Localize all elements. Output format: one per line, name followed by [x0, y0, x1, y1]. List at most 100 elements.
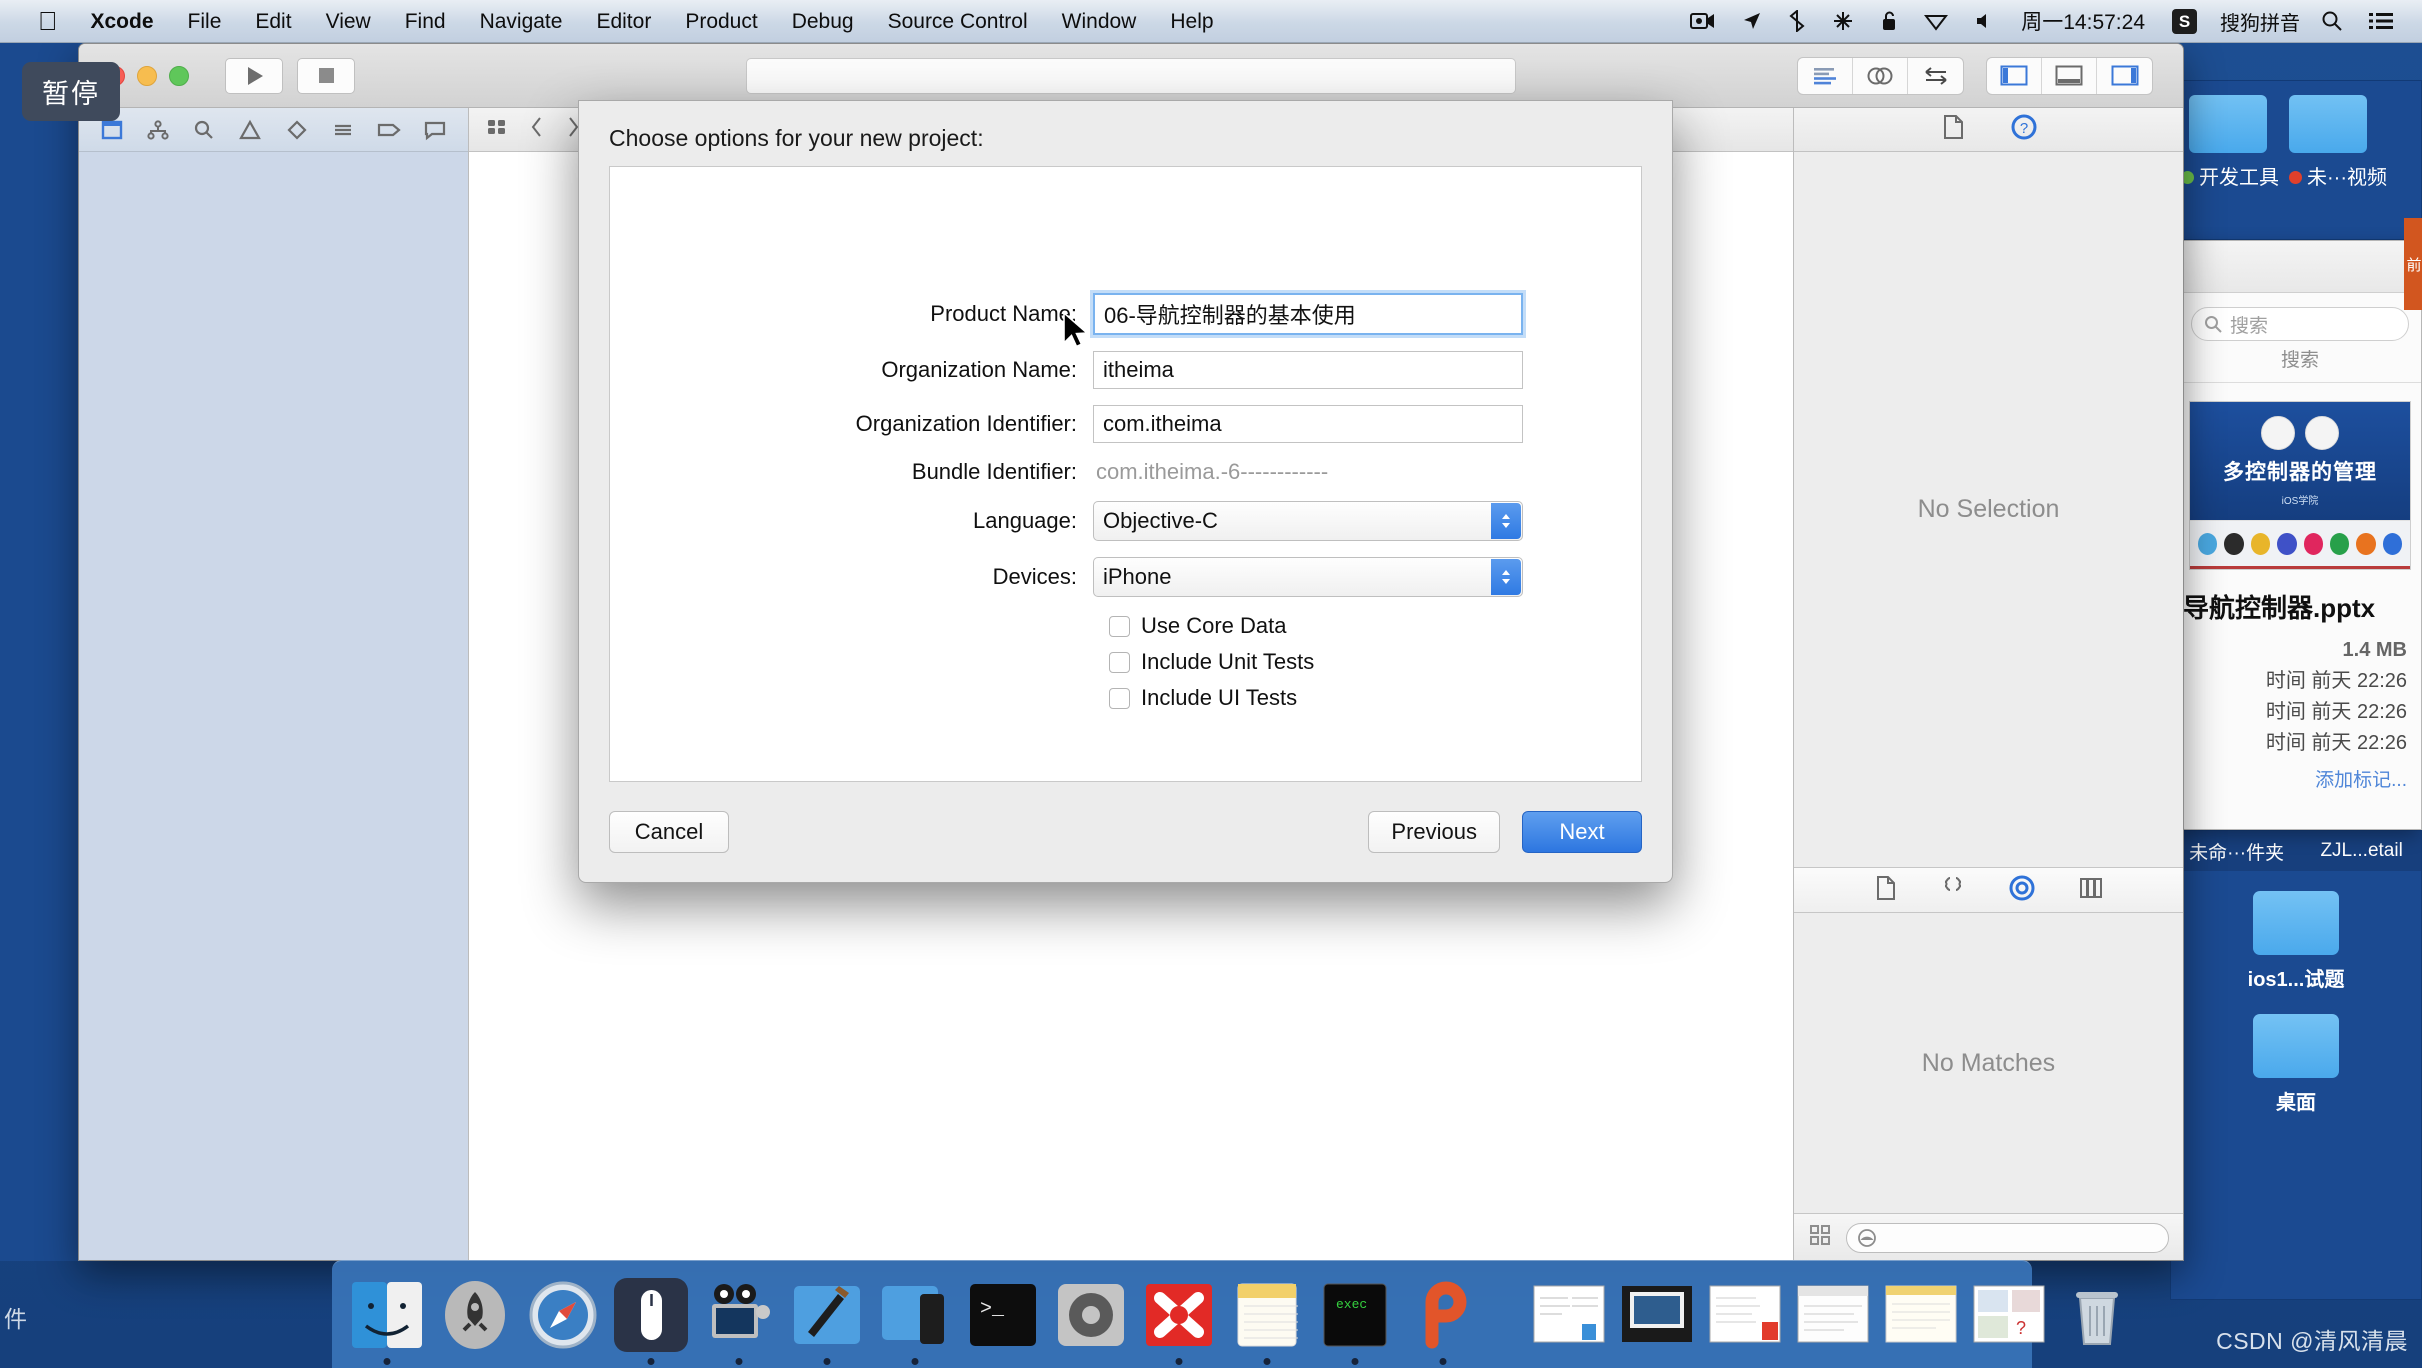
previous-button[interactable]: Previous	[1368, 811, 1500, 853]
checkbox-row-unit-tests[interactable]: Include Unit Tests	[1093, 649, 1641, 675]
folder-icon[interactable]	[2289, 95, 2367, 153]
bluetooth-icon[interactable]	[1775, 0, 1819, 43]
cancel-button[interactable]: Cancel	[609, 811, 729, 853]
menu-window[interactable]: Window	[1045, 0, 1154, 43]
add-tag-link[interactable]: 添加标记...	[2179, 759, 2421, 792]
dock-item-safari[interactable]	[526, 1278, 600, 1352]
toggle-debug-area-icon[interactable]	[2042, 57, 2097, 94]
menu-navigate[interactable]: Navigate	[463, 0, 580, 43]
menu-product[interactable]: Product	[668, 0, 774, 43]
screen-record-icon[interactable]	[1677, 0, 1729, 43]
dock-item-trash[interactable]	[2060, 1278, 2134, 1352]
volume-icon[interactable]	[1961, 0, 2007, 43]
back-chevron-icon[interactable]	[529, 115, 545, 144]
lock-icon[interactable]	[1867, 0, 1911, 43]
include-ui-tests-checkbox[interactable]	[1109, 687, 1130, 709]
zoom-window-button[interactable]	[169, 65, 189, 86]
file-template-library-icon[interactable]	[1874, 875, 1898, 906]
location-arrow-icon[interactable]	[1729, 0, 1775, 43]
dock-item-iterm[interactable]: exec	[1318, 1278, 1392, 1365]
media-library-icon[interactable]	[2078, 876, 2104, 905]
dock-item-mouse-app[interactable]	[614, 1277, 688, 1365]
dock-item-xcode[interactable]	[790, 1278, 864, 1365]
next-button[interactable]: Next	[1522, 811, 1642, 853]
stop-button[interactable]	[297, 57, 355, 94]
organization-identifier-input[interactable]: com.itheima	[1093, 405, 1523, 443]
dock-minimized-doc[interactable]	[1532, 1278, 1606, 1352]
assistant-editor-icon[interactable]	[1853, 57, 1908, 94]
toggle-navigator-icon[interactable]	[1987, 57, 2042, 94]
debug-navigator-icon[interactable]	[326, 115, 360, 145]
dock-item-quicktime[interactable]	[702, 1278, 776, 1365]
running-indicator	[1263, 1357, 1271, 1365]
grid-icon[interactable]	[1808, 1223, 1832, 1252]
finder-search-input[interactable]: 搜索	[2191, 307, 2409, 341]
minimize-window-button[interactable]	[137, 65, 157, 86]
dock-item-notes[interactable]	[1230, 1278, 1304, 1365]
dock-item-finder[interactable]	[350, 1278, 424, 1365]
dock-item-terminal[interactable]: >_	[966, 1278, 1040, 1352]
checkbox-row-ui-tests[interactable]: Include UI Tests	[1093, 685, 1641, 711]
dock-minimized-sheet[interactable]	[1708, 1278, 1782, 1352]
svg-text:>_: >_	[980, 1298, 1005, 1321]
language-select[interactable]: Objective-C	[1093, 501, 1523, 541]
menu-bar-clock[interactable]: 周一14:57:24	[2007, 6, 2159, 36]
use-core-data-checkbox[interactable]	[1109, 615, 1130, 637]
menu-file[interactable]: File	[171, 0, 239, 43]
menu-help[interactable]: Help	[1153, 0, 1230, 43]
devices-select[interactable]: iPhone	[1093, 557, 1523, 597]
dock-minimized-note[interactable]	[1884, 1278, 1958, 1352]
apple-menu-icon[interactable]: 	[22, 1, 74, 41]
folder-icon[interactable]	[2189, 95, 2267, 153]
status-dot-red	[2289, 171, 2302, 184]
source-control-navigator-icon[interactable]	[141, 115, 175, 145]
menu-find[interactable]: Find	[388, 0, 463, 43]
finder-folder-item[interactable]: ios1...试题	[2248, 891, 2344, 992]
svg-text:?: ?	[2019, 120, 2027, 137]
finder-folder-item[interactable]: 桌面	[2253, 1014, 2339, 1115]
version-editor-icon[interactable]	[1908, 58, 1963, 94]
menu-editor[interactable]: Editor	[579, 0, 668, 43]
finder-bottom-tab-2[interactable]: ZJL...etail	[2320, 840, 2402, 862]
airdrop-icon[interactable]	[1819, 0, 1867, 43]
organization-name-input[interactable]: itheima	[1093, 351, 1523, 389]
search-icon[interactable]	[2308, 0, 2356, 43]
menu-debug[interactable]: Debug	[775, 0, 871, 43]
list-icon[interactable]	[2356, 0, 2406, 43]
menu-view[interactable]: View	[309, 0, 388, 43]
ime-label[interactable]: 搜狗拼音	[2210, 7, 2308, 36]
orange-side-tab[interactable]: 前	[2404, 218, 2422, 310]
include-unit-tests-checkbox[interactable]	[1109, 651, 1130, 673]
dock-item-launchpad[interactable]	[438, 1278, 512, 1352]
finder-window-top[interactable]: 开发工具 未···视频	[2170, 80, 2422, 240]
test-navigator-icon[interactable]	[280, 115, 314, 145]
dock-minimized-browser[interactable]	[1796, 1278, 1870, 1352]
standard-editor-icon[interactable]	[1798, 57, 1853, 94]
finder-bottom-tab-1[interactable]: 未命···件夹	[2189, 838, 2284, 865]
breakpoint-navigator-icon[interactable]	[372, 115, 406, 145]
find-navigator-icon[interactable]	[187, 115, 221, 145]
toggle-inspector-icon[interactable]	[2097, 58, 2152, 94]
code-snippet-library-icon[interactable]	[1940, 875, 1966, 906]
report-navigator-icon[interactable]	[418, 115, 452, 145]
menu-edit[interactable]: Edit	[238, 0, 308, 43]
dock-minimized-display[interactable]	[1620, 1278, 1694, 1352]
dock-item-xmind[interactable]	[1142, 1278, 1216, 1365]
related-items-icon[interactable]	[485, 116, 509, 143]
menu-source-control[interactable]: Source Control	[871, 0, 1045, 43]
menu-xcode[interactable]: Xcode	[74, 0, 171, 43]
dock-item-simulator[interactable]	[878, 1278, 952, 1365]
dock-item-paste[interactable]	[1406, 1278, 1480, 1365]
wifi-icon[interactable]	[1911, 0, 1961, 43]
library-search-input[interactable]	[1846, 1222, 2169, 1253]
ime-badge-icon[interactable]: S	[2159, 0, 2210, 43]
file-inspector-icon[interactable]	[1940, 113, 1966, 146]
dock-minimized-slides[interactable]: ?	[1972, 1278, 2046, 1352]
checkbox-row-core-data[interactable]: Use Core Data	[1093, 613, 1641, 639]
run-button[interactable]	[225, 57, 283, 94]
quick-help-icon[interactable]: ?	[2010, 113, 2038, 146]
issue-navigator-icon[interactable]	[233, 115, 267, 145]
object-library-icon[interactable]	[2008, 874, 2036, 907]
dock-item-system-preferences[interactable]	[1054, 1278, 1128, 1352]
product-name-input[interactable]: 06-导航控制器的基本使用	[1093, 293, 1523, 335]
